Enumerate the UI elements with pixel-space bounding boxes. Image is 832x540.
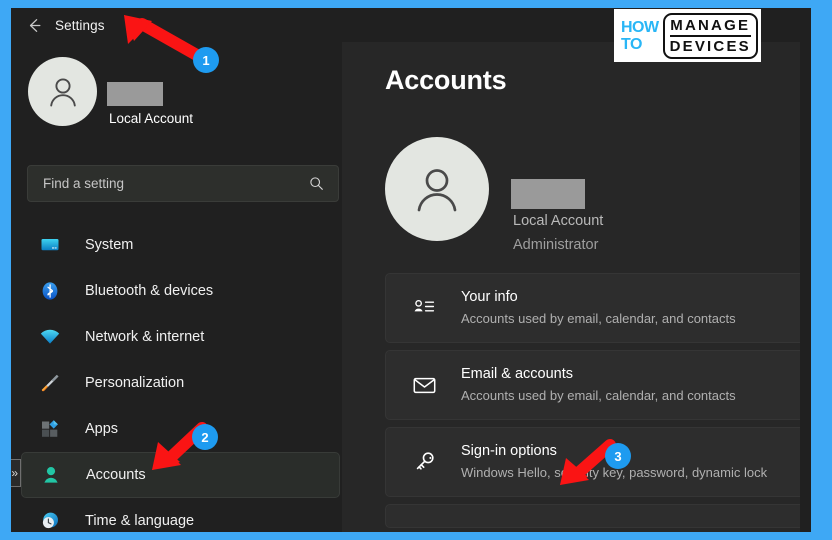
person-glyph [44, 467, 58, 483]
sidebar-item-label: Time & language [85, 513, 195, 529]
paintbrush-icon [37, 370, 63, 396]
person-list-glyph [414, 299, 435, 312]
paintbrush-glyph [41, 374, 59, 392]
page-title: Accounts [385, 65, 507, 95]
wifi-glyph [40, 329, 60, 344]
envelope-icon [409, 370, 439, 400]
sidebar-item-label: Bluetooth & devices [85, 283, 214, 299]
bluetooth-glyph [42, 282, 58, 300]
sidebar-item-label: Accounts [86, 467, 146, 483]
settings-card-list: Your info Accounts used by email, calend… [385, 273, 800, 532]
profile-account-type: Local Account [513, 213, 604, 229]
card-your-info[interactable]: Your info Accounts used by email, calend… [385, 273, 800, 343]
sidebar-item-label: Network & internet [85, 329, 205, 345]
watermark-devices: DEVICES [669, 34, 751, 55]
expand-sidebar-chevron-icon[interactable]: » [11, 459, 21, 487]
sidebar-item-accounts[interactable]: Accounts [14, 452, 340, 498]
bluetooth-icon [37, 278, 63, 304]
search-input-value: Find a setting [43, 176, 125, 191]
card-text: Your info Accounts used by email, calend… [461, 288, 736, 328]
sidebar-item-label: Apps [85, 421, 119, 437]
watermark-howto: HOW TO [621, 19, 659, 53]
card-sign-in-options[interactable]: Sign-in options Windows Hello, security … [385, 427, 800, 497]
annotation-badge-3: 3 [605, 443, 631, 469]
person-avatar-icon[interactable] [385, 137, 489, 241]
search-glyph [310, 177, 323, 190]
wifi-icon [37, 324, 63, 350]
annotation-badge-2: 2 [192, 424, 218, 450]
person-avatar-icon [28, 57, 97, 126]
watermark-logo: HOW TO MANAGE DEVICES [614, 9, 761, 62]
person-avatar-glyph [49, 77, 76, 106]
settings-window: Settings Local Account Find a setting Sy… [11, 8, 811, 532]
key-icon [409, 447, 439, 477]
watermark-manage: MANAGE [670, 16, 751, 34]
sidebar-nav: System Bluetooth & devices Network & int… [14, 222, 342, 532]
blue-frame: Settings Local Account Find a setting Sy… [0, 0, 832, 540]
back-arrow-icon[interactable] [17, 10, 51, 40]
sidebar-item-label: System [85, 237, 134, 253]
key-glyph [416, 452, 434, 470]
watermark-line1: HOW [621, 18, 659, 36]
sidebar-item-apps[interactable]: Apps [21, 406, 342, 452]
apps-grid-glyph [42, 420, 58, 437]
sidebar-item-label: Personalization [85, 375, 185, 391]
apps-grid-icon [37, 416, 63, 442]
sidebar-username-redacted [107, 82, 163, 106]
search-icon[interactable] [309, 176, 324, 191]
monitor-icon [37, 232, 63, 258]
card-subtitle: Accounts used by email, calendar, and co… [461, 388, 736, 403]
clock-globe-icon [37, 508, 63, 532]
card-title: Sign-in options [461, 443, 557, 459]
sidebar-item-system[interactable]: System [21, 222, 342, 268]
annotation-badge-1: 1 [193, 47, 219, 73]
sidebar-item-personalization[interactable]: Personalization [21, 360, 342, 406]
monitor-glyph [41, 239, 59, 251]
card-title: Email & accounts [461, 366, 574, 382]
person-icon [38, 462, 64, 488]
clock-globe-glyph [42, 512, 58, 529]
search-input[interactable]: Find a setting [27, 165, 339, 202]
watermark-box: MANAGE DEVICES [662, 12, 758, 59]
watermark-line2: TO [621, 35, 642, 53]
card-text: Email & accounts Accounts used by email,… [461, 365, 736, 405]
profile-username-redacted [511, 179, 585, 209]
back-arrow-glyph [29, 18, 40, 32]
sidebar-account-type: Local Account [109, 111, 194, 126]
sidebar-account-block[interactable]: Local Account [11, 57, 342, 137]
card-title: Your info [461, 289, 518, 305]
sidebar-item-time-language[interactable]: Time & language [21, 498, 342, 532]
card-next-partial[interactable] [385, 504, 800, 528]
settings-title: Settings [55, 17, 105, 33]
card-email-accounts[interactable]: Email & accounts Accounts used by email,… [385, 350, 800, 420]
main-content: Accounts Local Account Administrator You… [342, 42, 800, 532]
card-subtitle: Accounts used by email, calendar, and co… [461, 311, 736, 326]
sidebar: Local Account Find a setting System Blue… [11, 42, 342, 532]
person-list-icon [409, 293, 439, 323]
sidebar-item-network-internet[interactable]: Network & internet [21, 314, 342, 360]
profile-role: Administrator [513, 237, 599, 253]
person-avatar-glyph [417, 169, 457, 212]
envelope-glyph [413, 377, 435, 393]
profile-block: Local Account Administrator [385, 137, 785, 253]
sidebar-item-bluetooth-devices[interactable]: Bluetooth & devices [21, 268, 342, 314]
